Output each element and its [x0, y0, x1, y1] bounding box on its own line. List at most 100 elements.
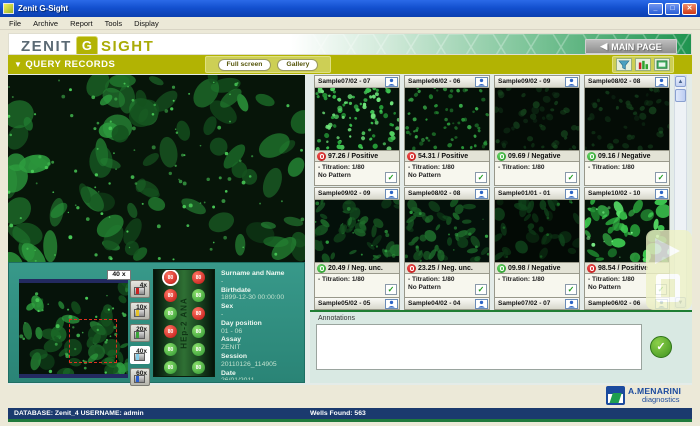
patient-field-value: 01 - 06 [221, 328, 303, 336]
patient-icon[interactable] [385, 299, 398, 309]
well-right-5[interactable]: 80 [192, 343, 205, 356]
patient-icon[interactable] [565, 189, 578, 199]
card-header: Sample10/02 - 10 [585, 188, 669, 200]
filter-icon[interactable] [616, 58, 632, 71]
well-right-1[interactable]: 80 [192, 271, 205, 284]
well-right-3[interactable]: 80 [192, 307, 205, 320]
confirm-check-icon[interactable]: ✓ [655, 172, 667, 183]
result-bar: 97.26 / Positive [315, 150, 399, 162]
sample-card-partial[interactable]: Sample04/02 - 04 [404, 297, 490, 310]
wells-found-status: Wells Found: 563 [310, 410, 366, 417]
sample-card[interactable]: Sample09/02 - 0909.69 / Negative- Titrat… [494, 75, 580, 186]
sample-card[interactable]: Sample08/02 - 0823.25 / Neg. unc.- Titra… [404, 187, 490, 298]
menu-report[interactable]: Report [64, 18, 99, 29]
well-left-5[interactable]: 80 [164, 343, 177, 356]
sample-name: Sample09/02 - 09 [318, 190, 385, 197]
sample-name: Sample08/02 - 08 [408, 190, 475, 197]
titration-text: - Titration: 1/80 [318, 276, 397, 284]
well-right-2[interactable]: 80 [192, 289, 205, 302]
patient-field-value: 20110126_114905 [221, 361, 303, 369]
patient-icon[interactable] [565, 299, 578, 309]
patient-field-label: Session [221, 353, 303, 361]
patient-field-value: - [221, 311, 303, 319]
magnification-60x-button[interactable]: 60x [130, 368, 150, 386]
patient-icon[interactable] [655, 77, 668, 87]
confirm-annotation-button[interactable]: ✓ [650, 336, 672, 358]
result-bar: 23.25 / Neg. unc. [405, 262, 489, 274]
sample-card[interactable]: Sample01/01 - 0109.98 / Negative- Titrat… [494, 187, 580, 298]
magnification-20x-button[interactable]: 20x [130, 324, 150, 342]
caret-down-icon[interactable]: ▼ [14, 60, 22, 69]
sample-card[interactable]: Sample07/02 - 0797.26 / Positive- Titrat… [314, 75, 400, 186]
card-footer: - Titration: 1/80✓ [495, 274, 579, 297]
close-button[interactable]: ✕ [682, 3, 697, 15]
patient-icon[interactable] [475, 189, 488, 199]
main-page-button[interactable]: ◀ MAIN PAGE [585, 39, 677, 54]
confirm-check-icon[interactable]: ✓ [385, 172, 397, 183]
scroll-up-icon[interactable]: ▲ [675, 76, 686, 87]
card-footer: - Titration: 1/80✓ [495, 162, 579, 185]
well-left-6[interactable]: 80 [164, 361, 177, 374]
menu-tools[interactable]: Tools [99, 18, 129, 29]
sample-card[interactable]: Sample06/02 - 0654.31 / Positive- Titrat… [404, 75, 490, 186]
well-thumbnail[interactable] [315, 200, 399, 262]
patient-icon[interactable] [565, 77, 578, 87]
confirm-check-icon[interactable]: ✓ [565, 284, 577, 295]
full-screen-button[interactable]: Full screen [218, 59, 272, 71]
well-right-6[interactable]: 80 [192, 361, 205, 374]
result-value: 97.26 / Positive [328, 153, 378, 160]
menu-display[interactable]: Display [128, 18, 165, 29]
menu-file[interactable]: File [3, 18, 27, 29]
minimize-button[interactable]: _ [648, 3, 663, 15]
annotations-panel: Annotations ✓ [310, 312, 692, 383]
well-left-3[interactable]: 80 [164, 307, 177, 320]
screen-icon[interactable] [654, 58, 670, 71]
sample-card[interactable]: Sample08/02 - 0809.16 / Negative- Titrat… [584, 75, 670, 186]
well-thumbnail[interactable] [585, 88, 669, 150]
well-thumbnail[interactable] [495, 200, 579, 262]
well-thumbnail[interactable] [495, 88, 579, 150]
menu-archive[interactable]: Archive [27, 18, 64, 29]
well-left-4[interactable]: 80 [164, 325, 177, 338]
histogram-icon[interactable] [635, 58, 651, 71]
maximize-button[interactable]: □ [665, 3, 680, 15]
card-footer: - Titration: 1/80✓ [585, 162, 669, 185]
menarini-logo: A.MENARINI diagnostics [606, 385, 690, 406]
sample-card-partial[interactable]: Sample05/02 - 05 [314, 297, 400, 310]
sample-name: Sample10/02 - 10 [588, 190, 655, 197]
well-left-1[interactable]: 80 [164, 271, 177, 284]
confirm-check-icon[interactable]: ✓ [475, 172, 487, 183]
magnification-10x-button[interactable]: 10x [130, 302, 150, 320]
result-value: 09.16 / Negative [598, 153, 651, 160]
scrollbar-thumb[interactable] [675, 89, 686, 102]
annotations-input[interactable] [316, 324, 642, 370]
card-footer: - Titration: 1/80No Pattern✓ [315, 162, 399, 185]
confirm-check-icon[interactable]: ✓ [385, 284, 397, 295]
well-right-4[interactable]: 80 [192, 325, 205, 338]
patient-icon[interactable] [655, 189, 668, 199]
patient-icon[interactable] [475, 77, 488, 87]
result-bar: 20.49 / Neg. unc. [315, 262, 399, 274]
main-well-image[interactable] [8, 75, 305, 262]
confirm-check-icon[interactable]: ✓ [565, 172, 577, 183]
roi-selection-rectangle[interactable] [69, 319, 117, 363]
patient-field-label: Assay [221, 336, 303, 344]
confirm-check-icon[interactable]: ✓ [475, 284, 487, 295]
gallery-button[interactable]: Gallery [277, 59, 318, 71]
sample-card-partial[interactable]: Sample07/02 - 07 [494, 297, 580, 310]
well-thumbnail[interactable] [405, 88, 489, 150]
well-left-2[interactable]: 80 [164, 289, 177, 302]
zenit-gsight-logo: ZENIT G SIGHT [21, 36, 154, 55]
magnification-4x-button[interactable]: 4x [130, 280, 150, 298]
sample-card[interactable]: Sample09/02 - 09 20.49 / Neg. unc. - Titra… [314, 187, 400, 298]
patient-icon[interactable] [385, 189, 398, 199]
titration-text: - Titration: 1/80 [588, 164, 667, 172]
slide-wells-strip[interactable]: HEp-2 ANA 808080808080808080808080 [153, 269, 215, 377]
well-thumbnail[interactable] [405, 200, 489, 262]
patient-icon[interactable] [475, 299, 488, 309]
patient-icon[interactable] [385, 77, 398, 87]
magnification-40x-button[interactable]: 40x [130, 346, 150, 364]
navigator-thumbnail[interactable] [19, 279, 128, 378]
well-thumbnail[interactable] [315, 88, 399, 150]
positive-status-icon [407, 264, 416, 273]
